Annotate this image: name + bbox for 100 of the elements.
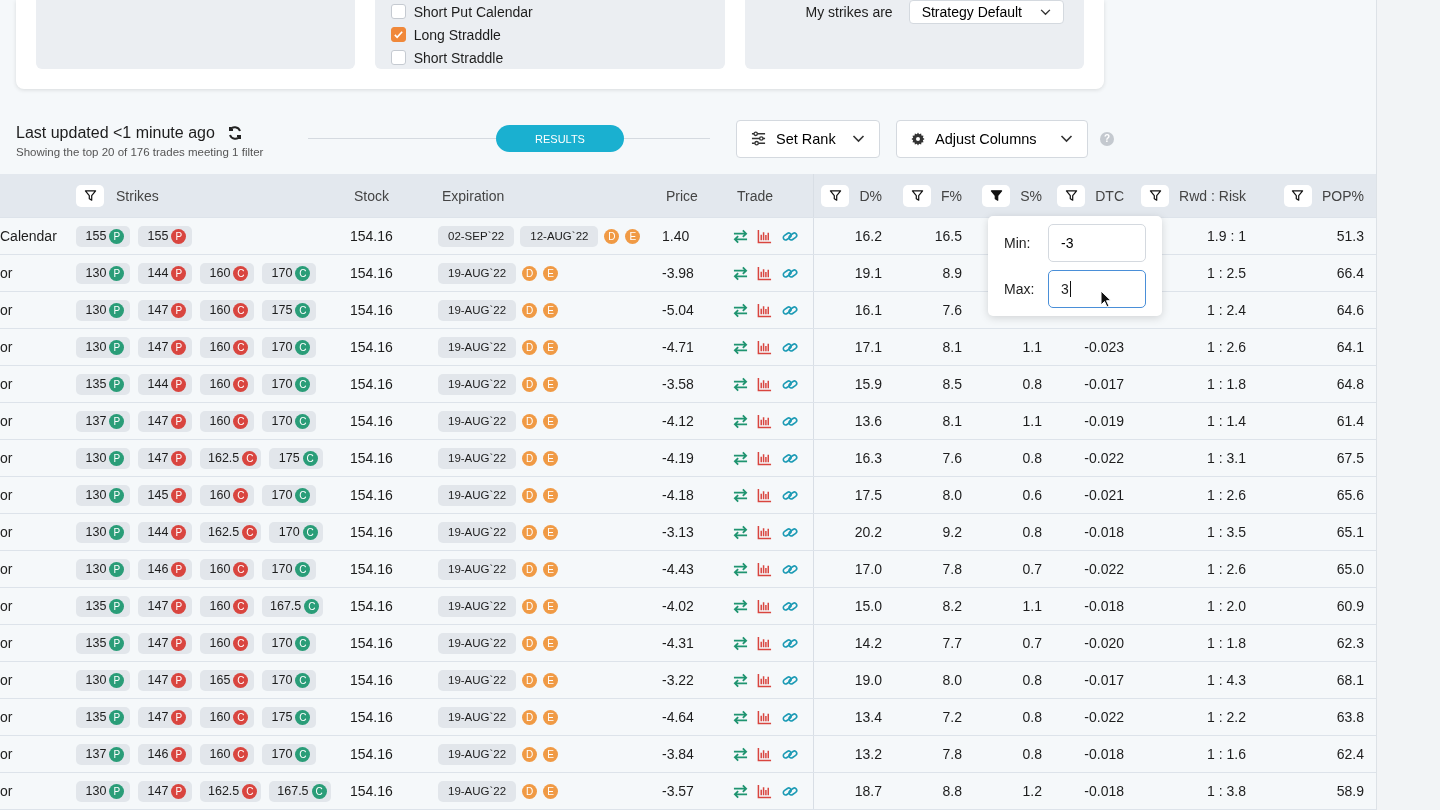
strikes-select[interactable]: Strategy Default: [908, 0, 1064, 24]
strategy-option[interactable]: Short Straddle: [390, 46, 710, 69]
table-row[interactable]: or 137 P 146 P 160 C 170 C 154.16 19-AUG`22 D E -3.84 13.2 7.8 0.8 -0.018 1 : 1.6 62.4: [0, 736, 1376, 773]
adjust-columns-button[interactable]: Adjust Columns: [896, 119, 1088, 158]
event-badge: D: [522, 302, 538, 318]
column-header[interactable]: F%: [941, 187, 962, 204]
set-rank-button[interactable]: Set Rank: [736, 119, 880, 158]
swap-arrows-icon[interactable]: [733, 598, 748, 614]
strategy-option[interactable]: Short Put Calendar: [390, 0, 710, 23]
table-row[interactable]: or 130 P 147 P 160 C 170 C 154.16 19-AUG`22 D E -4.71 17.1 8.1 1.1 -0.023 1 : 2.6 64.1: [0, 329, 1376, 366]
stock-price: 154.16: [350, 672, 393, 688]
option-type-badge: C: [242, 524, 258, 540]
strike-chip: 135 P: [76, 706, 130, 728]
swap-arrows-icon[interactable]: [733, 413, 748, 429]
swap-arrows-icon[interactable]: [733, 265, 748, 281]
swap-arrows-icon[interactable]: [733, 672, 748, 688]
refresh-icon[interactable]: [226, 124, 243, 141]
strike-chip: 160 C: [200, 706, 254, 728]
option-type-badge: C: [295, 302, 311, 318]
table-row[interactable]: or 130 P 145 P 160 C 170 C 154.16 19-AUG`22 D E -4.18 17.5 8.0 0.6 -0.021 1 : 2.6 65.6: [0, 477, 1376, 514]
bar-chart-icon[interactable]: [757, 302, 772, 318]
strategy-option[interactable]: Long Straddle: [390, 23, 710, 46]
table-cell: 8.9: [942, 265, 962, 281]
column-header[interactable]: POP%: [1322, 187, 1364, 204]
swap-arrows-icon[interactable]: [733, 228, 748, 244]
bar-chart-icon[interactable]: [757, 265, 772, 281]
swap-arrows-icon[interactable]: [733, 450, 748, 466]
column-header[interactable]: DTC: [1095, 187, 1124, 204]
table-row[interactable]: or 130 P 147 P 162.5 C 175 C 154.16 19-AUG`22 D E -4.19 16.3 7.6 0.8 -0.022 1 : 3.1 67.5: [0, 440, 1376, 477]
bar-chart-icon[interactable]: [757, 561, 772, 577]
table-row[interactable]: or 137 P 147 P 160 C 170 C 154.16 19-AUG`22 D E -4.12 13.6 8.1 1.1 -0.019 1 : 1.4 61.4: [0, 403, 1376, 440]
bar-chart-icon[interactable]: [757, 450, 772, 466]
table-row[interactable]: or 130 P 147 P 165 C 170 C 154.16 19-AUG`22 D E -3.22 19.0 8.0 0.8 -0.017 1 : 4.3 68.1: [0, 662, 1376, 699]
bar-chart-icon[interactable]: [757, 746, 772, 762]
column-header[interactable]: Expiration: [442, 187, 505, 204]
filter-button[interactable]: [76, 184, 104, 207]
table-cell: 1 : 2.4: [1207, 302, 1246, 318]
swap-arrows-icon[interactable]: [733, 339, 748, 355]
bar-chart-icon[interactable]: [757, 228, 772, 244]
bar-chart-icon[interactable]: [757, 413, 772, 429]
table-row[interactable]: or 135 P 144 P 160 C 170 C 154.16 19-AUG`22 D E -3.58 15.9 8.5 0.8 -0.017 1 : 1.8 64.8: [0, 366, 1376, 403]
strike-chip: 160 C: [200, 558, 254, 580]
checkbox[interactable]: [390, 50, 406, 65]
column-header[interactable]: Stock: [354, 187, 389, 204]
bar-chart-icon[interactable]: [757, 487, 772, 503]
column-header[interactable]: D%: [859, 187, 882, 204]
option-type-badge: P: [109, 709, 125, 725]
bar-chart-icon[interactable]: [757, 339, 772, 355]
swap-arrows-icon[interactable]: [733, 709, 748, 725]
option-type-badge: P: [109, 302, 125, 318]
trade-price: -3.84: [662, 746, 694, 762]
min-input[interactable]: -3: [1048, 224, 1146, 262]
option-type-badge: C: [295, 746, 311, 762]
table-row[interactable]: or 135 P 147 P 160 C 167.5 C 154.16 19-AUG`22 D E -4.02 15.0 8.2 1.1 -0.018 1 : 2.0 60.9: [0, 588, 1376, 625]
option-type-badge: C: [311, 783, 327, 799]
filter-button[interactable]: [1057, 184, 1086, 207]
filter-button[interactable]: [1141, 184, 1170, 207]
checkbox[interactable]: [390, 4, 406, 19]
filter-button[interactable]: [821, 184, 850, 207]
table-row[interactable]: or 135 P 147 P 160 C 175 C 154.16 19-AUG`22 D E -4.64 13.4 7.2 0.8 -0.022 1 : 2.2 63.8: [0, 699, 1376, 736]
strike-chip: 160 C: [200, 373, 254, 395]
swap-arrows-icon[interactable]: [733, 487, 748, 503]
table-row[interactable]: or 130 P 144 P 162.5 C 170 C 154.16 19-AUG`22 D E -3.13 20.2 9.2 0.8 -0.018 1 : 3.5 65.1: [0, 514, 1376, 551]
swap-arrows-icon[interactable]: [733, 524, 748, 540]
bar-chart-icon[interactable]: [757, 598, 772, 614]
bar-chart-icon[interactable]: [757, 783, 772, 799]
filter-button[interactable]: [982, 184, 1011, 207]
table-cell: 1 : 1.6: [1207, 746, 1246, 762]
column-header[interactable]: Strikes: [116, 187, 159, 204]
strategy-name: or: [0, 672, 13, 688]
option-type-badge: P: [171, 487, 187, 503]
swap-arrows-icon[interactable]: [733, 635, 748, 651]
bar-chart-icon[interactable]: [757, 635, 772, 651]
table-row[interactable]: or 135 P 147 P 160 C 170 C 154.16 19-AUG`22 D E -4.31 14.2 7.7 0.7 -0.020 1 : 1.8 62.3: [0, 625, 1376, 662]
bar-chart-icon[interactable]: [757, 524, 772, 540]
option-type-badge: C: [233, 376, 249, 392]
strike-chip: 170 C: [262, 669, 316, 691]
column-header[interactable]: Price: [666, 187, 698, 204]
expiration-chip: 19-AUG`22: [438, 484, 517, 506]
bar-chart-icon[interactable]: [757, 672, 772, 688]
bar-chart-icon[interactable]: [757, 709, 772, 725]
table-cell: 65.1: [1336, 524, 1364, 540]
swap-arrows-icon[interactable]: [733, 783, 748, 799]
swap-arrows-icon[interactable]: [733, 376, 748, 392]
table-row[interactable]: or 130 P 147 P 162.5 C 167.5 C 154.16 19-AUG`22 D E -3.57 18.7 8.8 1.2 -0.018 1 : 3.8 58.9: [0, 773, 1376, 810]
table-cell: 0.8: [1022, 524, 1042, 540]
table-row[interactable]: or 130 P 146 P 160 C 170 C 154.16 19-AUG`22 D E -4.43 17.0 7.8 0.7 -0.022 1 : 2.6 65.0: [0, 551, 1376, 588]
table-cell: -0.022: [1084, 450, 1124, 466]
filter-button[interactable]: [1284, 184, 1312, 207]
swap-arrows-icon[interactable]: [733, 302, 748, 318]
swap-arrows-icon[interactable]: [733, 746, 748, 762]
filter-button[interactable]: [903, 184, 931, 207]
checkbox[interactable]: [390, 27, 406, 42]
column-header[interactable]: Rwd : Risk: [1179, 187, 1246, 204]
swap-arrows-icon[interactable]: [733, 561, 748, 577]
column-header[interactable]: Trade: [737, 187, 774, 204]
option-type-badge: P: [171, 524, 187, 540]
bar-chart-icon[interactable]: [757, 376, 772, 392]
column-header[interactable]: S%: [1020, 187, 1042, 204]
option-type-badge: C: [295, 265, 311, 281]
